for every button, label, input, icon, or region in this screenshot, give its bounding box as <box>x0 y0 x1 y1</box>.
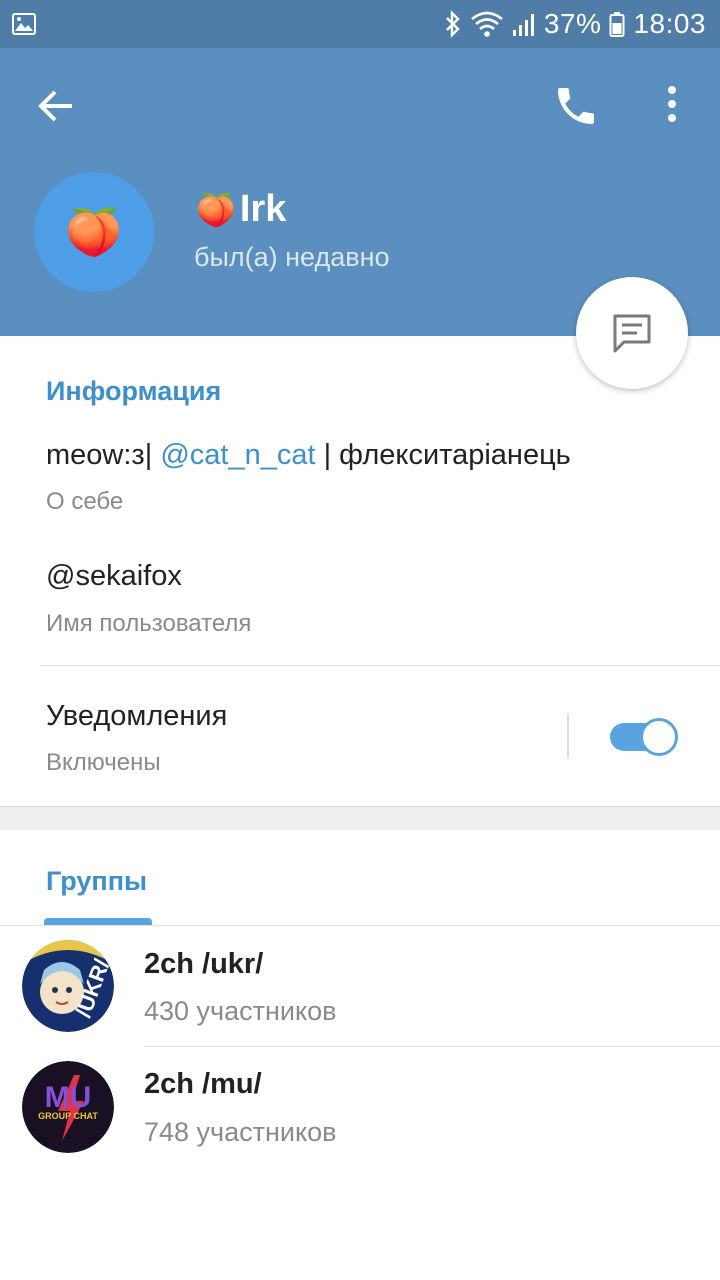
bio-label: О себе <box>46 488 124 515</box>
cell-signal-icon <box>512 10 536 38</box>
group-name: 2ch /ukr/ <box>144 948 264 980</box>
wifi-icon <box>470 10 504 38</box>
profile-name: 🍑 Irk <box>196 188 286 231</box>
username-label: Имя пользователя <box>46 610 252 637</box>
notifications-title[interactable]: Уведомления <box>46 700 227 733</box>
toggle-knob <box>640 718 678 756</box>
group-members-count: 748 участников <box>144 1117 337 1147</box>
profile-avatar[interactable]: 🍑 <box>34 172 154 292</box>
phone-icon <box>558 88 594 124</box>
bio-mention-link[interactable]: @cat_n_cat <box>160 439 315 471</box>
arrow-left-icon <box>38 90 72 122</box>
more-menu-button[interactable] <box>660 84 684 128</box>
group-avatar-text: MU <box>45 1081 92 1114</box>
bio-text-part: meow:з| <box>46 439 161 471</box>
send-message-button[interactable] <box>576 277 688 389</box>
group-name: 2ch /mu/ <box>144 1068 262 1100</box>
toggle-separator <box>567 714 569 758</box>
avatar-emoji: 🍑 <box>65 205 123 258</box>
message-icon <box>613 314 651 353</box>
back-button[interactable] <box>36 86 76 126</box>
notifications-value: Включены <box>46 749 161 776</box>
more-vertical-icon <box>668 86 676 122</box>
call-button[interactable] <box>552 82 600 130</box>
battery-icon <box>609 10 625 38</box>
divider <box>40 665 720 666</box>
groups-section-title: Группы <box>46 866 148 896</box>
group-avatar-mu: MU GROUP CHAT <box>22 1061 114 1153</box>
bluetooth-icon <box>444 10 462 38</box>
status-bar: 37% 18:03 <box>0 0 720 48</box>
profile-last-seen: был(а) недавно <box>194 242 390 272</box>
notifications-toggle[interactable] <box>610 718 678 756</box>
info-section-title: Информация <box>46 376 222 406</box>
battery-percent: 37% <box>543 8 602 39</box>
username-value[interactable]: @sekaifox <box>46 560 182 593</box>
bio-text-part: | флекситаріанець <box>315 439 571 471</box>
name-emoji: 🍑 <box>196 191 236 228</box>
group-members-count: 430 участников <box>144 996 337 1026</box>
divider <box>0 925 720 926</box>
clock: 18:03 <box>633 8 706 39</box>
group-avatar-subtext: GROUP CHAT <box>38 1111 98 1121</box>
profile-name-text: Irk <box>239 188 287 230</box>
section-separator <box>0 806 720 830</box>
bio-text[interactable]: meow:з| @cat_n_cat | флекситаріанець <box>46 439 571 472</box>
gallery-icon <box>12 13 36 35</box>
group-avatar-ukr: /UKR/ <box>22 940 114 1032</box>
divider <box>144 1046 720 1047</box>
